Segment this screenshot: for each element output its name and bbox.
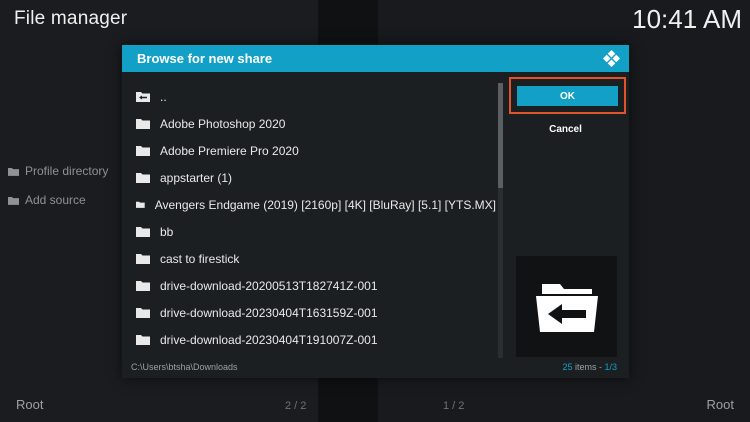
list-item[interactable]: drive-download-20200513T182741Z-001 xyxy=(130,272,496,299)
file-list[interactable]: .. Adobe Photoshop 2020 Adobe Premiere P… xyxy=(130,83,500,358)
cancel-button[interactable]: Cancel xyxy=(515,119,616,139)
folder-icon xyxy=(136,227,150,237)
folder-thumbnail xyxy=(516,256,617,357)
list-item-parent[interactable]: .. xyxy=(130,83,496,110)
list-item-label: bb xyxy=(160,224,174,239)
list-item-label: drive-download-20200513T182741Z-001 xyxy=(160,278,378,293)
list-item[interactable]: Adobe Photoshop 2020 xyxy=(130,110,496,137)
list-item[interactable]: appstarter (1) xyxy=(130,164,496,191)
folder-up-icon xyxy=(136,92,150,102)
list-item-label: appstarter (1) xyxy=(160,170,233,185)
items-count-number: 25 xyxy=(562,362,573,372)
list-item[interactable]: cast to firestick xyxy=(130,245,496,272)
footer-right-root: Root xyxy=(706,397,734,412)
browse-dialog: Browse for new share .. Adobe Photoshop … xyxy=(122,45,629,378)
list-item[interactable]: drive-download-20230404T163159Z-001 xyxy=(130,299,496,326)
footer-page-right: 1 / 2 xyxy=(443,400,465,412)
list-item-label: .. xyxy=(160,89,167,104)
list-item[interactable]: drive-download-20230404T191007Z-001 xyxy=(130,326,496,353)
clock: 10:41 AM xyxy=(632,4,742,34)
dialog-title: Browse for new share xyxy=(137,51,273,66)
folder-back-icon xyxy=(535,283,598,332)
folder-icon xyxy=(136,335,150,345)
list-item-label: Avengers Endgame (2019) [2160p] [4K] [Bl… xyxy=(154,197,496,212)
folder-icon xyxy=(136,201,145,208)
page-indicator: 1/3 xyxy=(604,362,617,372)
ok-button[interactable]: OK xyxy=(517,86,618,106)
sidebar-item-profile-directory[interactable]: Profile directory xyxy=(8,164,108,178)
ok-button-highlight: OK xyxy=(509,77,626,114)
sidebar-item-label: Add source xyxy=(25,193,86,207)
dialog-header: Browse for new share xyxy=(122,45,629,72)
sidebar-item-label: Profile directory xyxy=(25,164,109,178)
list-item-label: drive-download-20230404T191007Z-001 xyxy=(160,332,378,347)
list-item-label: drive-download-20230404T163159Z-001 xyxy=(160,305,378,320)
sidebar-item-add-source[interactable]: Add source xyxy=(8,193,86,207)
list-item-label: Adobe Premiere Pro 2020 xyxy=(160,143,299,158)
list-item[interactable]: bb xyxy=(130,218,496,245)
app-title: File manager xyxy=(14,8,128,29)
kodi-logo-icon xyxy=(602,49,621,68)
folder-icon xyxy=(136,308,150,318)
list-item[interactable]: Avengers Endgame (2019) [2160p] [4K] [Bl… xyxy=(130,191,496,218)
folder-icon xyxy=(136,281,150,291)
footer-left-root: Root xyxy=(16,397,44,412)
items-count-label: items - xyxy=(574,362,605,372)
scrollbar-thumb[interactable] xyxy=(498,83,503,188)
list-scrollbar[interactable] xyxy=(498,83,503,358)
list-item-label: Adobe Photoshop 2020 xyxy=(160,116,286,131)
folder-icon xyxy=(136,173,150,183)
footer-page-left: 2 / 2 xyxy=(285,400,307,412)
list-item[interactable]: Adobe Premiere Pro 2020 xyxy=(130,137,496,164)
list-item-label: cast to firestick xyxy=(160,251,240,266)
folder-icon xyxy=(8,167,19,176)
current-path: C:\Users\btsha\Downloads xyxy=(131,362,238,372)
folder-icon xyxy=(136,254,150,264)
folder-icon xyxy=(8,196,19,205)
folder-icon xyxy=(136,146,150,156)
folder-icon xyxy=(136,119,150,129)
items-count: 25 items - 1/3 xyxy=(562,362,617,372)
